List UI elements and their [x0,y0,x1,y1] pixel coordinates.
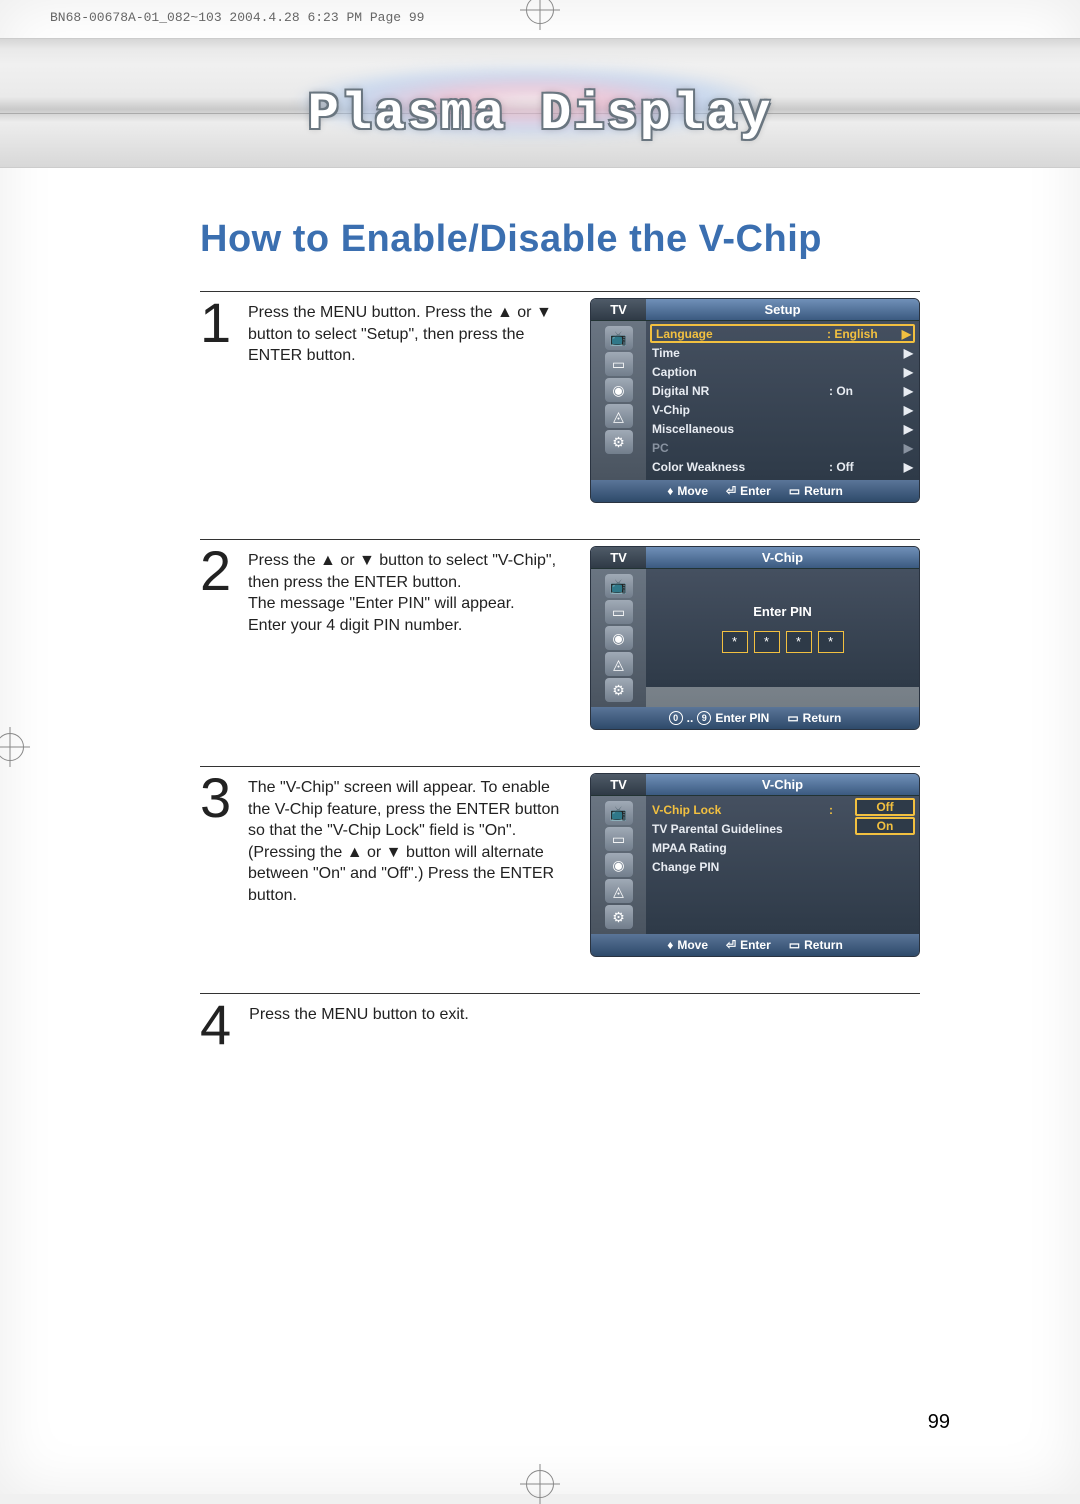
osd-tv-label: TV [591,547,646,568]
sidebar-icon: ◬ [605,404,633,428]
osd-footer: ♦ Move ⏎ Enter ▭ Return [591,480,919,502]
sidebar-icon: 📺 [605,326,633,350]
step-3: 3 The "V-Chip" screen will appear. To en… [200,766,920,957]
sidebar-icon: ◬ [605,652,633,676]
step-text: Press the MENU button to exit. [249,1000,469,1026]
hint-enter-pin: 0..9 Enter PIN [669,711,770,725]
osd-sidebar: 📺 ▭ ◉ ◬ ⚙ [591,796,646,934]
step-number: 1 [200,298,230,348]
osd-title: V-Chip [646,777,919,792]
menu-row-mpaa: MPAA Rating [652,838,913,857]
step-text: Press the MENU button. Press the ▲ or ▼ … [248,298,572,367]
sidebar-icon: ◉ [605,378,633,402]
sidebar-icon: ◬ [605,879,633,903]
sidebar-icon: ◉ [605,853,633,877]
osd-footer: 0..9 Enter PIN ▭ Return [591,707,919,729]
osd-vchip-menu: TV V-Chip 📺 ▭ ◉ ◬ ⚙ [590,773,920,957]
sidebar-icon: ⚙ [605,905,633,929]
menu-row-misc: Miscellaneous▶ [652,419,913,438]
hint-move: ♦ Move [667,484,708,498]
sidebar-icon: ⚙ [605,678,633,702]
menu-row-change-pin: Change PIN [652,857,913,876]
vchip-lock-value-on: On [855,817,915,835]
page-number: 99 [928,1411,950,1434]
osd-tv-label: TV [591,774,646,795]
print-metadata: BN68-00678A-01_082~103 2004.4.28 6:23 PM… [50,10,424,25]
osd-title: V-Chip [646,550,919,565]
osd-menu: Language: English▶ Time▶ Caption▶ Digita… [646,321,919,480]
menu-row-color-weakness: Color Weakness: Off▶ [652,457,913,476]
pin-digit: * [754,631,780,653]
sidebar-icon: 📺 [605,574,633,598]
menu-row-language: Language: English▶ [650,324,915,343]
step-1: 1 Press the MENU button. Press the ▲ or … [200,291,920,503]
pin-digit: * [818,631,844,653]
osd-tv-label: TV [591,299,646,320]
step-4: 4 Press the MENU button to exit. [200,993,920,1050]
hint-move: ♦ Move [667,938,708,952]
sidebar-icon: ▭ [605,600,633,624]
sidebar-icon: 📺 [605,801,633,825]
osd-sidebar: 📺 ▭ ◉ ◬ ⚙ [591,321,646,480]
menu-row-time: Time▶ [652,343,913,362]
page-banner: Plasma Display [0,38,1080,168]
menu-row-digital-nr: Digital NR: On▶ [652,381,913,400]
osd-footer: ♦ Move ⏎ Enter ▭ Return [591,934,919,956]
hint-return: ▭ Return [789,938,843,952]
step-text: The "V-Chip" screen will appear. To enab… [248,773,572,907]
crop-mark-left [0,727,30,767]
osd-title: Setup [646,302,919,317]
osd-setup: TV Setup 📺 ▭ ◉ ◬ ⚙ [590,298,920,503]
sidebar-icon: ▭ [605,352,633,376]
banner-title: Plasma Display [0,85,1080,144]
menu-row-pc: PC▶ [652,438,913,457]
crop-mark-bottom [520,1464,560,1504]
page-heading: How to Enable/Disable the V-Chip [200,218,1030,261]
sidebar-icon: ▭ [605,827,633,851]
osd-sidebar: 📺 ▭ ◉ ◬ ⚙ [591,569,646,707]
osd-enter-pin: TV V-Chip 📺 ▭ ◉ ◬ ⚙ [590,546,920,730]
osd-menu: V-Chip Lock: TV Parental Guidelines MPAA… [646,796,919,934]
step-number: 4 [200,1000,231,1050]
pin-digit: * [786,631,812,653]
pin-label: Enter PIN [753,604,812,619]
hint-enter: ⏎ Enter [726,938,771,952]
hint-enter: ⏎ Enter [726,484,771,498]
menu-row-vchip: V-Chip▶ [652,400,913,419]
sidebar-icon: ◉ [605,626,633,650]
vchip-lock-value-off: Off [855,798,915,816]
pin-entry-area: Enter PIN * * * * [646,569,919,687]
pin-boxes: * * * * [722,631,844,653]
crop-mark-top [520,0,560,30]
step-2: 2 Press the ▲ or ▼ button to select "V-C… [200,539,920,730]
hint-return: ▭ Return [787,711,841,725]
sidebar-icon: ⚙ [605,430,633,454]
step-number: 3 [200,773,230,823]
step-text: Press the ▲ or ▼ button to select "V-Chi… [248,546,572,636]
pin-digit: * [722,631,748,653]
step-number: 2 [200,546,230,596]
menu-row-caption: Caption▶ [652,362,913,381]
hint-return: ▭ Return [789,484,843,498]
